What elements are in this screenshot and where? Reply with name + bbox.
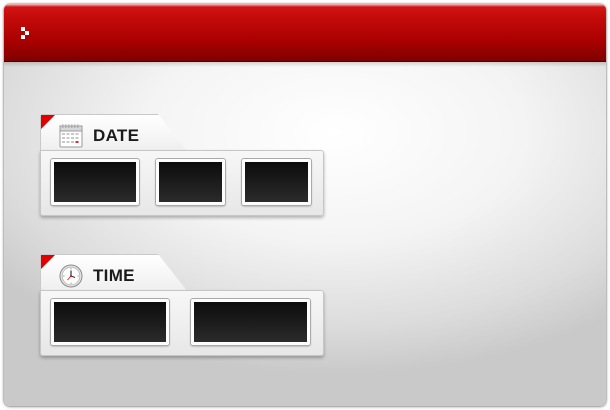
title-bar: [4, 4, 606, 62]
title-bar-shadow: [4, 61, 606, 67]
time-field-1[interactable]: [51, 299, 169, 345]
time-field-2[interactable]: [191, 299, 310, 345]
date-tab-corner-marker: [41, 115, 55, 129]
app-logo-icon: [21, 27, 33, 39]
date-field-3[interactable]: [242, 159, 311, 205]
date-field-1[interactable]: [51, 159, 139, 205]
time-panel-body: [40, 290, 324, 356]
date-panel-tab: DATE: [40, 114, 188, 152]
calendar-icon: [59, 124, 83, 148]
time-tab-corner-marker: [41, 255, 55, 269]
date-field-2[interactable]: [156, 159, 225, 205]
date-label: DATE: [93, 126, 140, 145]
date-panel-body: [40, 150, 324, 216]
time-panel-tab: TIME: [40, 254, 188, 292]
app-window: DATE TIME: [4, 4, 606, 406]
clock-icon: [59, 264, 83, 288]
time-label: TIME: [93, 266, 135, 285]
